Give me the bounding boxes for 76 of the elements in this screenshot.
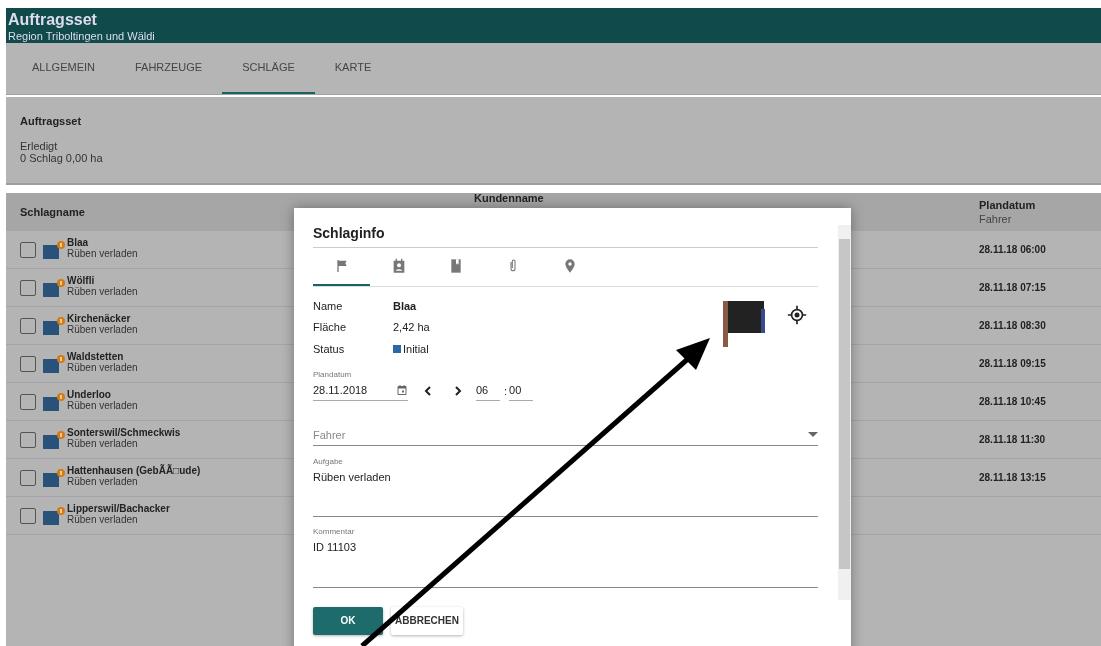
summary-status: Erledigt: [20, 140, 58, 152]
flag-icon: [723, 301, 767, 347]
field-marker-icon: [42, 430, 66, 449]
field-task: Rüben verladen: [67, 361, 138, 373]
row-checkbox[interactable]: [20, 355, 36, 372]
field-name: Waldstetten: [67, 350, 124, 362]
task-field[interactable]: Aufgabe Rüben verladen: [313, 456, 818, 517]
plan-date: 28.11.18 13:15: [979, 472, 1046, 483]
info-value: Blaa: [393, 299, 417, 312]
info-label: Name: [313, 299, 344, 312]
tab[interactable]: KARTE: [314, 43, 392, 94]
comment-field[interactable]: Kommentar ID 11103: [313, 526, 818, 588]
field-task: Rüben verladen: [67, 285, 138, 297]
field-label: Plandatum: [313, 369, 352, 379]
info-value: 2,42 ha: [393, 321, 430, 334]
field-task: Rüben verladen: [67, 247, 138, 259]
tab[interactable]: ALLGEMEIN: [12, 43, 115, 94]
row-checkbox[interactable]: [20, 431, 36, 448]
plan-date: 28.11.18 09:15: [979, 358, 1046, 369]
calendar-icon[interactable]: [396, 383, 408, 396]
driver-select[interactable]: Fahrer: [313, 428, 818, 446]
field-task: Rüben verladen: [67, 399, 138, 411]
field-marker-icon: [42, 278, 66, 297]
page-title: Auftragsset: [8, 11, 97, 29]
plan-date: 28.11.18 11:30: [979, 434, 1046, 445]
row-checkbox[interactable]: [20, 469, 36, 486]
field-task: Rüben verladen: [67, 475, 138, 487]
field-task: Rüben verladen: [67, 323, 138, 335]
row-checkbox[interactable]: [20, 279, 36, 296]
page-subtitle: Region Triboltingen und Wäldi: [8, 29, 155, 43]
field-marker-icon: [42, 392, 66, 411]
row-checkbox[interactable]: [20, 507, 36, 524]
field-task: Rüben verladen: [67, 437, 138, 449]
previous-icon[interactable]: [422, 385, 434, 397]
row-checkbox[interactable]: [20, 317, 36, 334]
plan-date: 28.11.18 06:00: [979, 244, 1046, 255]
info-value: Initial: [393, 342, 429, 355]
plan-date: 28.11.18 08:30: [979, 320, 1046, 331]
field-marker-icon: [42, 240, 66, 259]
locate-icon[interactable]: [787, 305, 807, 325]
field-name: Sonterswil/Schmeckwis: [67, 426, 181, 438]
ok-button[interactable]: OK: [313, 606, 383, 635]
caret-icon: [808, 431, 818, 438]
dialog-title: Schlaginfo: [313, 208, 818, 248]
field-name: Wölfli: [67, 274, 95, 286]
field-name: Hattenhausen (GebÃÃ□ude): [67, 464, 201, 476]
field-name: Kirchenäcker: [67, 312, 131, 324]
tab[interactable]: SCHLÄGE: [222, 43, 315, 94]
field-name: Lipperswil/Bachacker: [67, 502, 170, 514]
summary-totals: 0 Schlag 0,00 ha: [20, 152, 103, 164]
column-header: Kundenname: [474, 193, 544, 204]
cancel-button[interactable]: ABBRECHEN: [391, 606, 463, 635]
next-icon[interactable]: [452, 385, 464, 397]
plan-date: 28.11.18 10:45: [979, 396, 1046, 407]
summary-title: Auftragsset: [20, 115, 82, 127]
field-marker-icon: [42, 468, 66, 487]
field-name: Blaa: [67, 236, 89, 248]
field-marker-icon: [42, 354, 66, 373]
time-separator: :: [504, 385, 508, 397]
plan-date: 28.11.18 07:15: [979, 282, 1046, 293]
row-checkbox[interactable]: [20, 241, 36, 258]
date-field[interactable]: 28.11.2018: [313, 381, 408, 401]
field-marker-icon: [42, 316, 66, 335]
scrollbar[interactable]: [838, 225, 851, 600]
field-marker-icon: [42, 506, 66, 525]
field-name: Underloo: [67, 388, 111, 400]
column-header: Schlagname: [20, 206, 85, 218]
info-label: Status: [313, 342, 346, 355]
column-subheader: Fahrer: [979, 213, 1012, 225]
info-label: Fläche: [313, 321, 348, 334]
minute-field[interactable]: 00: [509, 381, 534, 401]
tab[interactable]: FAHRZEUGE: [114, 43, 223, 94]
field-task: Rüben verladen: [67, 513, 138, 525]
column-header: Plandatum: [979, 199, 1036, 211]
hour-field[interactable]: 06: [476, 381, 500, 401]
row-checkbox[interactable]: [20, 393, 36, 410]
